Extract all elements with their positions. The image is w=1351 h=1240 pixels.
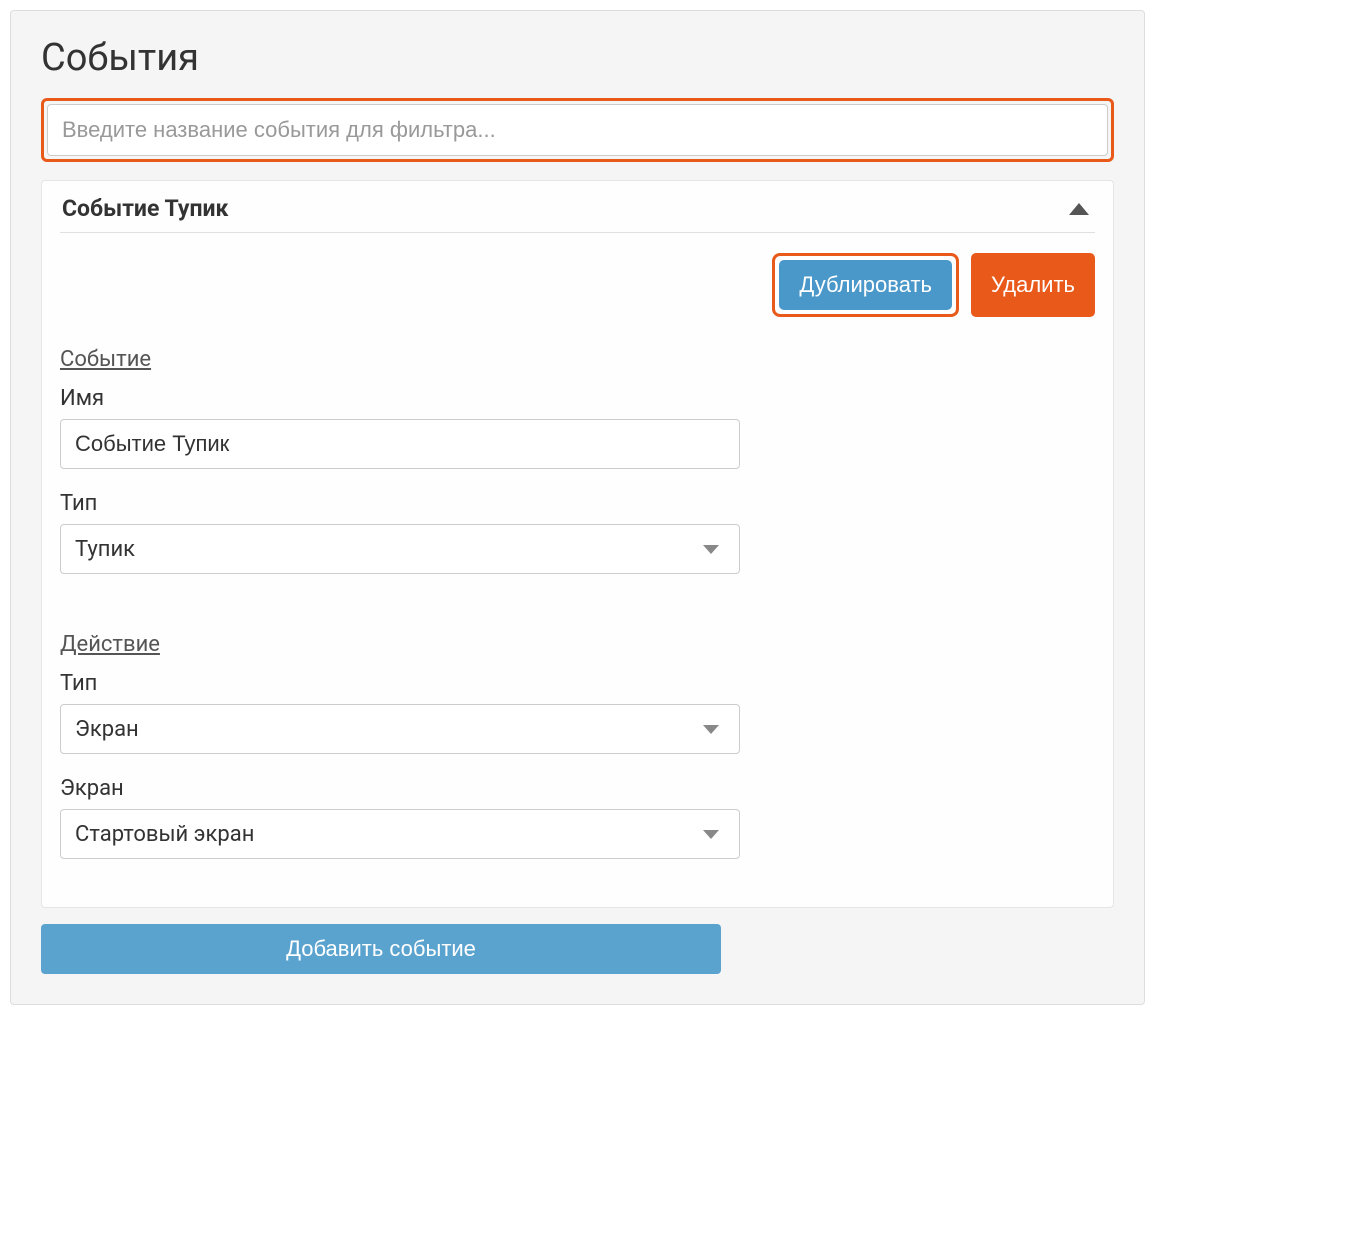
event-body: Дублировать Удалить Событие Имя Тип Тупи…: [42, 233, 1113, 907]
event-card: Событие Тупик Дублировать Удалить Событи…: [41, 180, 1114, 908]
delete-button[interactable]: Удалить: [971, 253, 1095, 317]
action-type-field-group: Тип Экран: [60, 671, 1095, 754]
chevron-up-icon: [1069, 203, 1089, 215]
name-label: Имя: [60, 386, 1095, 411]
section-action-label: Действие: [60, 632, 1095, 657]
caret-down-icon: [703, 830, 719, 839]
screen-label: Экран: [60, 776, 1095, 801]
duplicate-button[interactable]: Дублировать: [779, 260, 952, 310]
caret-down-icon: [703, 545, 719, 554]
panel-title: События: [41, 36, 1114, 80]
event-filter-input[interactable]: [47, 104, 1108, 156]
duplicate-highlight-wrapper: Дублировать: [772, 253, 959, 317]
section-event-label: Событие: [60, 347, 1095, 372]
action-type-label: Тип: [60, 671, 1095, 696]
event-header-title: Событие Тупик: [62, 195, 228, 222]
events-panel: События Событие Тупик Дублировать Удалит…: [10, 10, 1145, 1005]
action-type-value: Экран: [75, 717, 139, 742]
event-name-input[interactable]: [60, 419, 740, 469]
event-actions-row: Дублировать Удалить: [60, 253, 1095, 317]
event-type-label: Тип: [60, 491, 1095, 516]
screen-select[interactable]: Стартовый экран: [60, 809, 740, 859]
screen-value: Стартовый экран: [75, 822, 254, 847]
event-type-value: Тупик: [75, 537, 135, 562]
caret-down-icon: [703, 725, 719, 734]
filter-highlight-wrapper: [41, 98, 1114, 162]
add-event-button[interactable]: Добавить событие: [41, 924, 721, 974]
name-field-group: Имя: [60, 386, 1095, 469]
screen-field-group: Экран Стартовый экран: [60, 776, 1095, 859]
action-type-select[interactable]: Экран: [60, 704, 740, 754]
event-type-select[interactable]: Тупик: [60, 524, 740, 574]
event-type-field-group: Тип Тупик: [60, 491, 1095, 574]
event-header[interactable]: Событие Тупик: [42, 181, 1113, 232]
